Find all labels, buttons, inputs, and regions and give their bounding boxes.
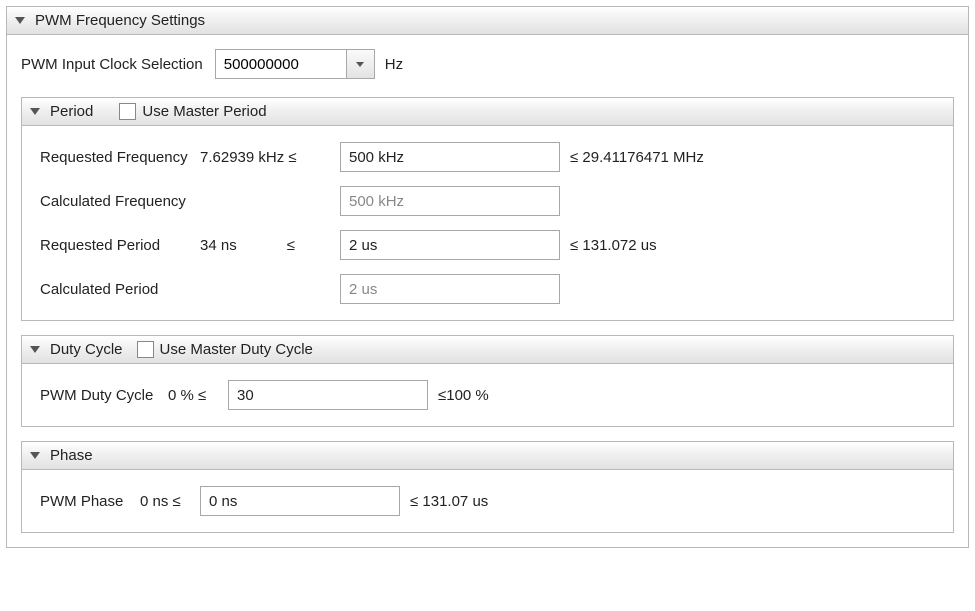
requested-period-label: Requested Period [40, 237, 200, 254]
input-clock-unit: Hz [385, 56, 403, 73]
chevron-down-icon [15, 17, 25, 24]
use-master-duty-label: Use Master Duty Cycle [160, 341, 313, 358]
phase-panel: Phase PWM Phase 0 ns ≤ ≤ 131.07 us [21, 441, 954, 533]
use-master-period-checkbox[interactable] [119, 103, 136, 120]
chevron-down-icon [30, 346, 40, 353]
calculated-period-output [340, 274, 560, 304]
requested-frequency-label: Requested Frequency [40, 149, 200, 166]
chevron-down-icon [30, 108, 40, 115]
use-master-duty-checkbox[interactable] [137, 341, 154, 358]
pwm-frequency-settings-panel: PWM Frequency Settings PWM Input Clock S… [6, 6, 969, 548]
input-clock-dropdown-button[interactable] [346, 50, 374, 78]
panel-title: PWM Frequency Settings [35, 12, 205, 29]
requested-frequency-max: ≤ 29.41176471 MHz [560, 149, 704, 166]
requested-frequency-input[interactable] [340, 142, 560, 172]
input-clock-combo[interactable] [215, 49, 375, 79]
duty-cycle-label: PWM Duty Cycle [40, 387, 168, 404]
use-master-period-label: Use Master Period [142, 103, 266, 120]
phase-title: Phase [50, 447, 93, 464]
duty-cycle-header[interactable]: Duty Cycle Use Master Duty Cycle [22, 336, 953, 364]
requested-frequency-min: 7.62939 kHz ≤ [200, 149, 340, 166]
pwm-frequency-settings-header[interactable]: PWM Frequency Settings [7, 7, 968, 35]
phase-input[interactable] [200, 486, 400, 516]
requested-period-min: 34 ns ≤ [200, 237, 340, 254]
chevron-down-icon [30, 452, 40, 459]
duty-cycle-title: Duty Cycle [50, 341, 123, 358]
requested-period-max: ≤ 131.072 us [560, 237, 657, 254]
input-clock-label: PWM Input Clock Selection [21, 56, 203, 73]
chevron-down-icon [356, 62, 364, 67]
calculated-period-label: Calculated Period [40, 281, 200, 298]
requested-period-input[interactable] [340, 230, 560, 260]
phase-label: PWM Phase [40, 493, 140, 510]
calculated-frequency-label: Calculated Frequency [40, 193, 200, 210]
duty-cycle-panel: Duty Cycle Use Master Duty Cycle PWM Dut… [21, 335, 954, 427]
phase-max: ≤ 131.07 us [400, 493, 488, 510]
period-title: Period [50, 103, 93, 120]
duty-cycle-input[interactable] [228, 380, 428, 410]
phase-header[interactable]: Phase [22, 442, 953, 470]
input-clock-value[interactable] [216, 50, 346, 78]
duty-cycle-min: 0 % ≤ [168, 387, 228, 404]
duty-cycle-max: ≤100 % [428, 387, 489, 404]
period-panel: Period Use Master Period Requested Frequ… [21, 97, 954, 321]
phase-min: 0 ns ≤ [140, 493, 200, 510]
period-header[interactable]: Period Use Master Period [22, 98, 953, 126]
calculated-frequency-output [340, 186, 560, 216]
